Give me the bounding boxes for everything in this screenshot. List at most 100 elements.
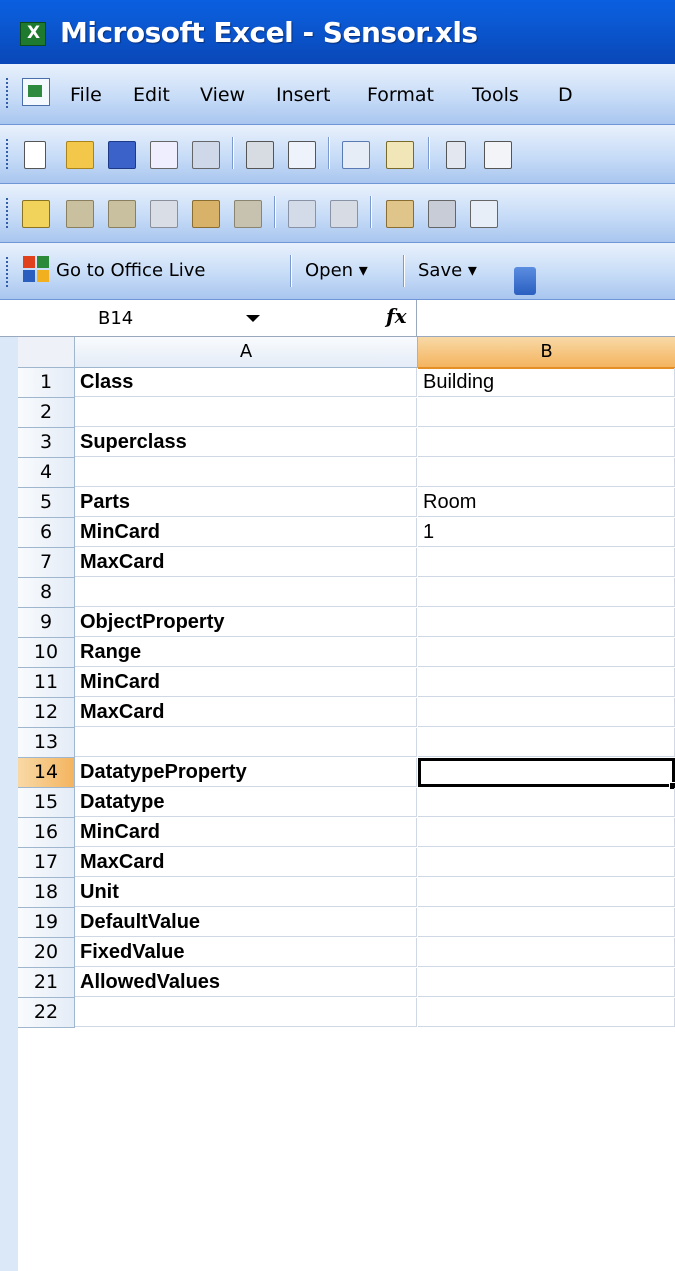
cell-b6[interactable]: 1 bbox=[418, 518, 675, 547]
research-icon[interactable] bbox=[386, 141, 414, 169]
row-header[interactable]: 17 bbox=[18, 848, 75, 878]
delete-comment-icon[interactable] bbox=[234, 200, 262, 228]
cell-b10[interactable] bbox=[418, 638, 675, 667]
row-header[interactable]: 20 bbox=[18, 938, 75, 968]
cell-a17[interactable]: MaxCard bbox=[75, 848, 417, 877]
row-header[interactable]: 7 bbox=[18, 548, 75, 578]
copy-icon[interactable] bbox=[484, 141, 512, 169]
save-dropdown-button[interactable]: Save ▾ bbox=[418, 260, 477, 281]
row-header[interactable]: 15 bbox=[18, 788, 75, 818]
column-header-b[interactable]: B bbox=[418, 337, 675, 369]
toolbar-grip[interactable] bbox=[6, 257, 11, 287]
row-header[interactable]: 11 bbox=[18, 668, 75, 698]
row-header[interactable]: 12 bbox=[18, 698, 75, 728]
cell-a2[interactable] bbox=[75, 398, 417, 427]
excel-app-icon[interactable] bbox=[20, 22, 46, 46]
toolbar-grip[interactable] bbox=[6, 198, 11, 228]
cell-a10[interactable]: Range bbox=[75, 638, 417, 667]
cell-b13[interactable] bbox=[418, 728, 675, 757]
cell-a21[interactable]: AllowedValues bbox=[75, 968, 417, 997]
row-header[interactable]: 18 bbox=[18, 878, 75, 908]
column-header-a[interactable]: A bbox=[75, 337, 418, 368]
print-icon[interactable] bbox=[246, 141, 274, 169]
show-all-comments-icon[interactable] bbox=[192, 200, 220, 228]
selected-cell-b14[interactable] bbox=[418, 758, 675, 787]
row-header[interactable]: 4 bbox=[18, 458, 75, 488]
cell-b12[interactable] bbox=[418, 698, 675, 727]
menu-view[interactable]: View bbox=[200, 84, 245, 106]
cell-a22[interactable] bbox=[75, 998, 417, 1027]
protect-icon[interactable] bbox=[428, 200, 456, 228]
row-header[interactable]: 16 bbox=[18, 818, 75, 848]
ink-icon[interactable] bbox=[330, 200, 358, 228]
cell-a14[interactable]: DatatypeProperty bbox=[75, 758, 417, 787]
select-all-corner[interactable] bbox=[18, 337, 75, 368]
workbook-icon[interactable] bbox=[22, 78, 50, 106]
row-header[interactable]: 10 bbox=[18, 638, 75, 668]
menu-edit[interactable]: Edit bbox=[133, 84, 170, 106]
cell-a8[interactable] bbox=[75, 578, 417, 607]
print-preview-icon[interactable] bbox=[288, 141, 316, 169]
cell-b20[interactable] bbox=[418, 938, 675, 967]
worksheet-grid[interactable]: A B 1 Class Building 2 3 Superclass 4 5 Parts Roo… bbox=[18, 337, 675, 1271]
cell-b3[interactable] bbox=[418, 428, 675, 457]
cell-b17[interactable] bbox=[418, 848, 675, 877]
cell-a7[interactable]: MaxCard bbox=[75, 548, 417, 577]
row-header[interactable]: 19 bbox=[18, 908, 75, 938]
go-to-office-live-button[interactable]: Go to Office Live bbox=[56, 260, 206, 281]
open-icon[interactable] bbox=[66, 141, 94, 169]
cell-a15[interactable]: Datatype bbox=[75, 788, 417, 817]
cell-a3[interactable]: Superclass bbox=[75, 428, 417, 457]
cell-b19[interactable] bbox=[418, 908, 675, 937]
new-icon[interactable] bbox=[24, 141, 46, 169]
reviewing-pane-icon[interactable] bbox=[386, 200, 414, 228]
cell-b1[interactable]: Building bbox=[418, 368, 675, 397]
cell-a1[interactable]: Class bbox=[75, 368, 417, 397]
cell-b5[interactable]: Room bbox=[418, 488, 675, 517]
row-header[interactable]: 21 bbox=[18, 968, 75, 998]
track-changes-icon[interactable] bbox=[288, 200, 316, 228]
menu-format[interactable]: Format bbox=[367, 84, 434, 106]
send-icon[interactable] bbox=[470, 200, 498, 228]
cell-a19[interactable]: DefaultValue bbox=[75, 908, 417, 937]
previous-comment-icon[interactable] bbox=[66, 200, 94, 228]
cell-a4[interactable] bbox=[75, 458, 417, 487]
menu-insert[interactable]: Insert bbox=[276, 84, 331, 106]
email-icon[interactable] bbox=[192, 141, 220, 169]
row-header[interactable]: 22 bbox=[18, 998, 75, 1028]
cell-b8[interactable] bbox=[418, 578, 675, 607]
cell-b9[interactable] bbox=[418, 608, 675, 637]
cell-a11[interactable]: MinCard bbox=[75, 668, 417, 697]
cell-b15[interactable] bbox=[418, 788, 675, 817]
next-comment-icon[interactable] bbox=[108, 200, 136, 228]
cell-b2[interactable] bbox=[418, 398, 675, 427]
row-header[interactable]: 9 bbox=[18, 608, 75, 638]
menu-grip[interactable] bbox=[6, 78, 11, 108]
open-dropdown-button[interactable]: Open ▾ bbox=[305, 260, 368, 281]
cut-icon[interactable] bbox=[446, 141, 466, 169]
show-comment-icon[interactable] bbox=[150, 200, 178, 228]
row-header[interactable]: 5 bbox=[18, 488, 75, 518]
title-bar[interactable]: Microsoft Excel - Sensor.xls bbox=[0, 0, 675, 64]
row-header[interactable]: 14 bbox=[18, 758, 75, 788]
row-header[interactable]: 13 bbox=[18, 728, 75, 758]
insert-function-icon[interactable]: fx bbox=[386, 304, 407, 328]
cell-a12[interactable]: MaxCard bbox=[75, 698, 417, 727]
row-header[interactable]: 8 bbox=[18, 578, 75, 608]
menu-tools[interactable]: Tools bbox=[472, 84, 519, 106]
menu-file[interactable]: File bbox=[70, 84, 102, 106]
cell-a9[interactable]: ObjectProperty bbox=[75, 608, 417, 637]
toolbar-grip[interactable] bbox=[6, 139, 11, 169]
spelling-icon[interactable] bbox=[342, 141, 370, 169]
cell-b22[interactable] bbox=[418, 998, 675, 1027]
menu-data[interactable]: D bbox=[558, 84, 573, 106]
new-comment-icon[interactable] bbox=[22, 200, 50, 228]
cell-b18[interactable] bbox=[418, 878, 675, 907]
cell-a16[interactable]: MinCard bbox=[75, 818, 417, 847]
name-box[interactable]: B14 bbox=[76, 300, 276, 336]
toolbar-options-chevron-icon[interactable] bbox=[514, 267, 536, 295]
cell-b16[interactable] bbox=[418, 818, 675, 847]
cell-b11[interactable] bbox=[418, 668, 675, 697]
cell-a6[interactable]: MinCard bbox=[75, 518, 417, 547]
cell-b7[interactable] bbox=[418, 548, 675, 577]
